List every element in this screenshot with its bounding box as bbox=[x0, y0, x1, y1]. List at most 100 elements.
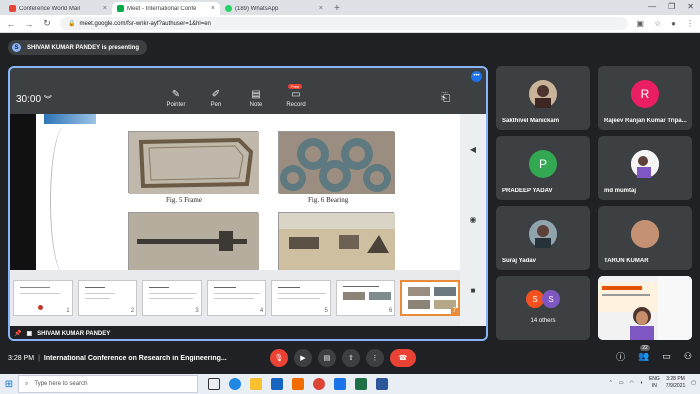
maximize-icon[interactable]: ❐ bbox=[668, 2, 675, 11]
slide-thumbnail[interactable]: 1 bbox=[13, 280, 73, 316]
participant-tile[interactable]: Suraj Yadav bbox=[496, 206, 590, 270]
caption-bearing: Fig. 6 Bearing bbox=[308, 196, 349, 204]
tab-mail[interactable]: Conference World Mail × bbox=[4, 2, 112, 15]
timer[interactable]: 30:00 ︾ bbox=[16, 94, 156, 105]
excel-icon[interactable] bbox=[355, 378, 367, 390]
slide-number: 6 bbox=[389, 308, 393, 314]
url-field[interactable]: 🔒 meet.google.com/fsr-wnkr-ayf?authuser=… bbox=[60, 17, 629, 30]
activities-icon[interactable]: ⚇ bbox=[684, 351, 692, 362]
more-options-icon[interactable]: ⋮ bbox=[365, 349, 384, 367]
photos-icon[interactable] bbox=[292, 378, 304, 390]
mic-off-icon[interactable]: 🎙 bbox=[269, 349, 288, 367]
pin-icon[interactable]: 📌 bbox=[14, 330, 21, 337]
participant-tile[interactable]: md mumtaj bbox=[598, 136, 692, 200]
slide-left-margin bbox=[10, 114, 36, 270]
word-icon[interactable] bbox=[376, 378, 388, 390]
windows-taskbar: ⊞ ⌕ Type here to search ⌃ ▭ ◠ ◖ ENG IN 3… bbox=[0, 374, 700, 394]
exit-presentation-icon[interactable]: ⎗ bbox=[441, 92, 450, 105]
reload-icon[interactable]: ↻ bbox=[42, 18, 52, 29]
present-now-icon[interactable]: ⇧ bbox=[341, 349, 360, 367]
close-icon[interactable]: × bbox=[103, 5, 107, 12]
record-tool[interactable]: Free ▭ Record bbox=[276, 84, 316, 108]
store-icon[interactable] bbox=[271, 378, 283, 390]
language-indicator[interactable]: ENG IN bbox=[649, 376, 660, 390]
close-window-icon[interactable]: ✕ bbox=[687, 2, 694, 11]
slide-thumbnail[interactable]: 3 bbox=[142, 280, 202, 316]
tool-label: Pointer bbox=[166, 102, 186, 108]
volume-icon[interactable]: ◖ bbox=[640, 380, 643, 386]
captions-icon[interactable]: ▤ bbox=[317, 349, 336, 367]
people-tray-icon[interactable]: ⌃ bbox=[609, 380, 613, 386]
close-icon[interactable]: × bbox=[319, 5, 323, 12]
frame-image bbox=[129, 132, 259, 194]
bearing-photo bbox=[278, 131, 395, 194]
previous-slide-icon[interactable]: ◀ bbox=[470, 145, 476, 154]
info-icon[interactable]: ⓘ bbox=[616, 350, 625, 363]
clock[interactable]: 3:28 PM 7/9/2021 bbox=[666, 376, 685, 390]
profile-photo bbox=[631, 150, 659, 178]
slide-number: 2 bbox=[130, 308, 135, 314]
camera-icon[interactable]: ▶ bbox=[293, 349, 312, 367]
window-controls: — ❐ ✕ bbox=[648, 2, 694, 11]
self-view-tile[interactable] bbox=[598, 276, 692, 340]
tab-title: Meet - International Confe bbox=[127, 5, 197, 12]
more-options-icon[interactable]: ••• bbox=[471, 71, 482, 82]
note-icon: ▤ bbox=[251, 89, 261, 100]
back-icon[interactable]: ← bbox=[6, 19, 16, 29]
tab-meet[interactable]: Meet - International Confe × bbox=[112, 2, 220, 15]
chrome-icon[interactable] bbox=[313, 378, 325, 390]
battery-icon[interactable]: ▭ bbox=[619, 380, 624, 386]
forward-icon[interactable]: → bbox=[24, 19, 34, 29]
frame-photo bbox=[128, 131, 259, 194]
network-icon[interactable]: ◠ bbox=[630, 380, 634, 386]
leave-call-button[interactable]: ☎ bbox=[389, 349, 416, 367]
edge-icon[interactable] bbox=[229, 378, 241, 390]
stop-icon[interactable]: ■ bbox=[471, 286, 476, 295]
taskbar-search[interactable]: ⌕ Type here to search bbox=[18, 375, 198, 393]
participant-name: TARUN KUMAR bbox=[604, 258, 649, 264]
close-icon[interactable]: × bbox=[211, 5, 215, 12]
whatsapp-icon bbox=[225, 5, 232, 12]
slide-accent-bar bbox=[44, 114, 96, 124]
address-bar: ← → ↻ 🔒 meet.google.com/fsr-wnkr-ayf?aut… bbox=[0, 15, 700, 33]
profile-photo bbox=[529, 80, 557, 108]
participant-tile[interactable]: Sakthivel Manickam bbox=[496, 66, 590, 130]
others-tile[interactable]: S S 14 others bbox=[496, 276, 590, 340]
slide-thumbnail[interactable]: 5 bbox=[271, 280, 331, 316]
pen-tool[interactable]: ✐ Pen bbox=[196, 90, 236, 109]
meet-app-icon[interactable] bbox=[334, 378, 346, 390]
tab-whatsapp[interactable]: (189) WhatsApp × bbox=[220, 2, 328, 15]
file-explorer-icon[interactable] bbox=[250, 378, 262, 390]
menu-icon[interactable]: ⋮ bbox=[686, 19, 694, 28]
star-icon[interactable]: ☆ bbox=[654, 19, 661, 28]
avatar bbox=[529, 220, 557, 248]
slide-thumbnail[interactable]: 6 bbox=[335, 280, 396, 316]
minimize-icon[interactable]: — bbox=[648, 2, 656, 11]
slide-thumbnail[interactable]: 4 bbox=[206, 280, 267, 316]
participant-tile[interactable]: R Rajeev Ranjan Kumar Tripa... bbox=[598, 66, 692, 130]
people-icon[interactable]: 👥 22 bbox=[638, 345, 650, 362]
participant-tile[interactable]: P PRADEEP YADAV bbox=[496, 136, 590, 200]
camera-blocked-icon[interactable]: ▣ bbox=[636, 19, 644, 28]
participant-tile[interactable]: TARUN KUMAR bbox=[598, 206, 692, 270]
presentation-tile: ••• 30:00 ︾ ✎ Pointer ✐ Pen ▤ Note Free … bbox=[8, 66, 488, 341]
pointer-icon: ✎ bbox=[171, 89, 181, 100]
avatar bbox=[631, 220, 659, 248]
slide-thumbnail-selected[interactable]: 7 bbox=[400, 280, 461, 316]
participant-name: Suraj Yadav bbox=[502, 258, 536, 264]
note-tool[interactable]: ▤ Note bbox=[236, 89, 276, 109]
site-image bbox=[279, 213, 395, 270]
laser-icon[interactable]: ◉ bbox=[470, 215, 477, 224]
participant-name: Rajeev Ranjan Kumar Tripa... bbox=[604, 118, 687, 124]
windows-start-icon[interactable]: ⊞ bbox=[0, 374, 18, 394]
slide-thumbnail[interactable]: 2 bbox=[77, 280, 138, 316]
profile-icon[interactable]: ● bbox=[671, 19, 676, 28]
notifications-icon[interactable]: ▢ bbox=[691, 380, 696, 386]
task-view-icon[interactable] bbox=[208, 378, 220, 390]
pointer-tool[interactable]: ✎ Pointer bbox=[156, 89, 196, 109]
others-avatars: S S bbox=[526, 290, 560, 308]
new-tab-button[interactable]: + bbox=[334, 2, 340, 15]
avatar: P bbox=[529, 150, 557, 178]
chat-icon[interactable]: ▭ bbox=[662, 351, 671, 362]
clock-date: 7/9/2021 bbox=[665, 383, 686, 389]
